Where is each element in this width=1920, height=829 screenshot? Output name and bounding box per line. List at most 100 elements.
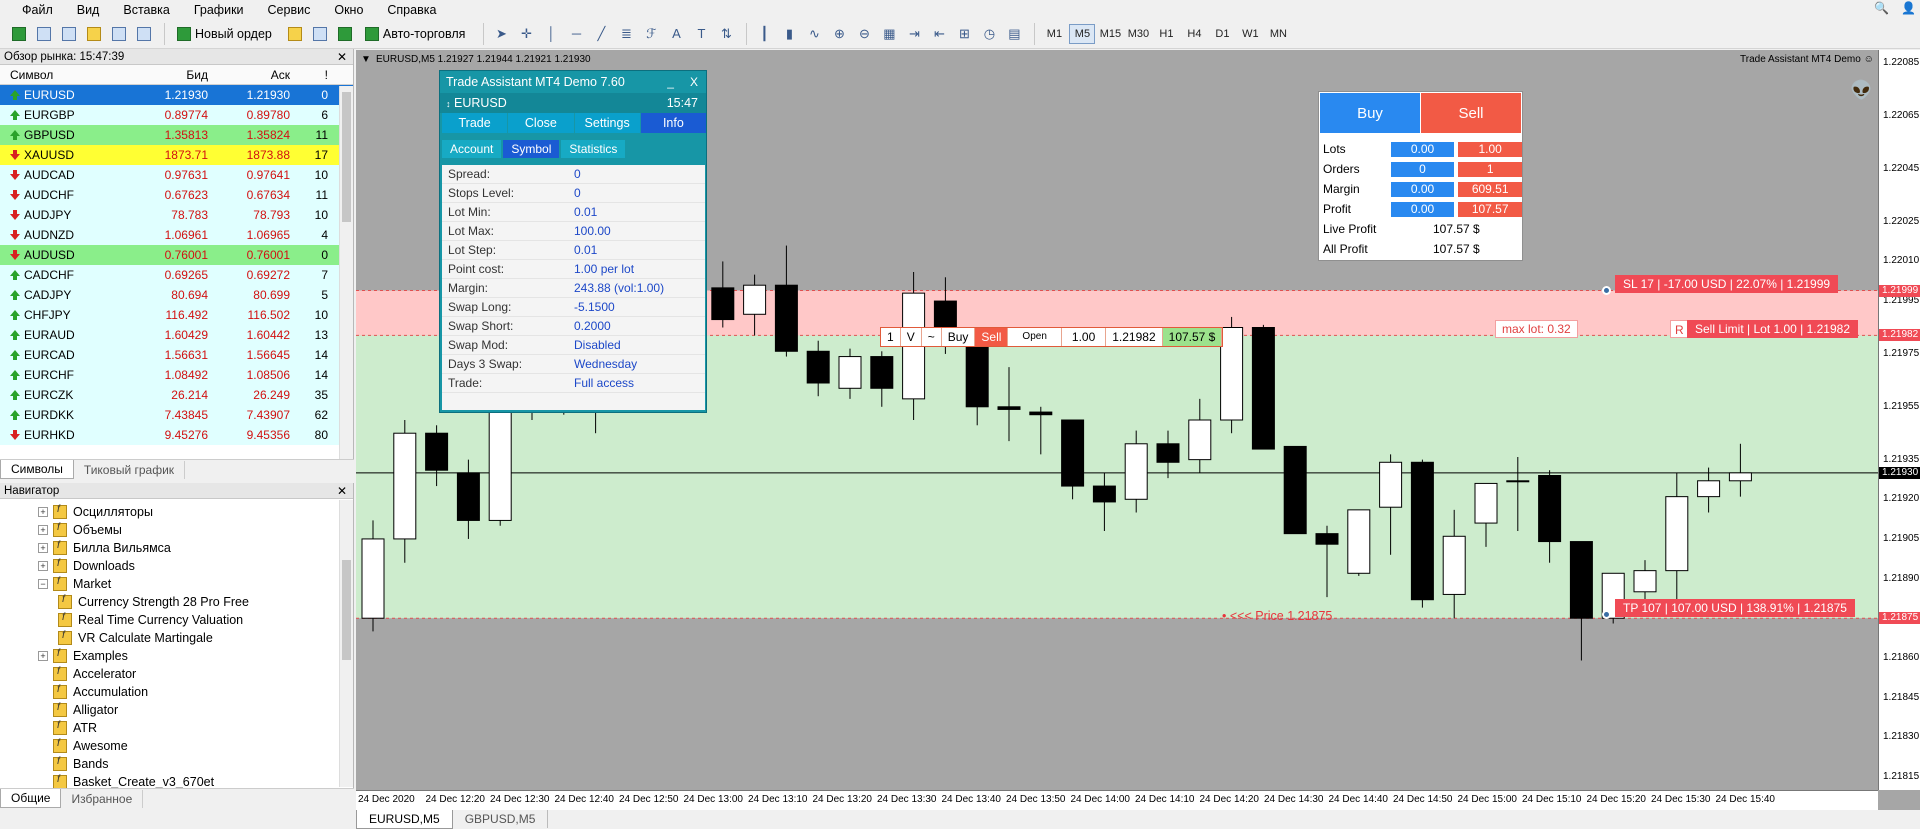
market-row[interactable]: EURCHF 1.08492 1.08506 14 <box>0 365 353 385</box>
market-row[interactable]: EURUSD 1.21930 1.21930 0 <box>0 85 353 105</box>
user-icon[interactable]: 👤 <box>1901 1 1916 15</box>
market-row[interactable]: EURGBP 0.89774 0.89780 6 <box>0 105 353 125</box>
navigator-item[interactable]: VR Calculate Martingale <box>0 629 353 647</box>
zoom-in-icon[interactable]: ⊕ <box>828 23 850 45</box>
market-row[interactable]: XAUUSD 1873.71 1873.88 17 <box>0 145 353 165</box>
market-watch-tab[interactable]: Тиковый график <box>74 460 186 479</box>
close-icon[interactable]: ✕ <box>337 49 347 65</box>
navigator-icon[interactable] <box>108 23 130 45</box>
market-watch-icon[interactable] <box>58 23 80 45</box>
header-symbol[interactable]: Символ <box>0 68 132 82</box>
ta-tab-trade[interactable]: Trade <box>442 113 508 133</box>
order-sell-button[interactable]: Sell <box>975 328 1009 346</box>
navigator-item[interactable]: + Объемы <box>0 521 353 539</box>
navigator-item[interactable]: Awesome <box>0 737 353 755</box>
menu-item[interactable]: Сервис <box>268 3 311 17</box>
fibonacci-icon[interactable]: ℱ <box>640 23 662 45</box>
close-button[interactable]: X <box>690 71 698 93</box>
navigator-tab[interactable]: Общие <box>0 789 62 808</box>
scrollbar-thumb[interactable] <box>342 560 351 660</box>
trendline-icon[interactable]: ╱ <box>590 23 612 45</box>
chart-tab[interactable]: EURUSD,M5 <box>356 809 453 829</box>
autoscroll-icon[interactable]: ⇥ <box>903 23 925 45</box>
navigator-tab[interactable]: Избранное <box>61 789 144 808</box>
sell-button[interactable]: Sell <box>1421 93 1521 133</box>
market-row[interactable]: EURAUD 1.60429 1.60442 13 <box>0 325 353 345</box>
header-ask[interactable]: Аск <box>212 68 294 82</box>
timeframe-m15[interactable]: M15 <box>1097 24 1123 44</box>
arrows-icon[interactable]: ⇅ <box>715 23 737 45</box>
navigator-item[interactable]: + Билла Вильямса <box>0 539 353 557</box>
order-open-button[interactable]: Open <box>1008 328 1062 346</box>
terminal-icon[interactable] <box>133 23 155 45</box>
price-axis[interactable]: 1.22085 1.22065 1.22045 1.22025 1.22010 1.219… <box>1878 50 1920 790</box>
market-row[interactable]: AUDCHF 0.67623 0.67634 11 <box>0 185 353 205</box>
label-icon[interactable]: T <box>690 23 712 45</box>
channel-icon[interactable]: ≣ <box>615 23 637 45</box>
tile-windows-icon[interactable]: ▦ <box>878 23 900 45</box>
navigator-item[interactable]: Alligator <box>0 701 353 719</box>
periods-icon[interactable]: ◷ <box>978 23 1000 45</box>
indicators-icon[interactable]: ⊞ <box>953 23 975 45</box>
scrollbar-thumb[interactable] <box>342 92 351 222</box>
navigator-item[interactable]: + Examples <box>0 647 353 665</box>
market-watch-tab[interactable]: Символы <box>0 460 74 479</box>
signals-icon[interactable] <box>309 23 331 45</box>
header-spread[interactable]: ! <box>294 68 332 82</box>
timeframe-w1[interactable]: W1 <box>1237 24 1263 44</box>
market-row[interactable]: GBPUSD 1.35813 1.35824 11 <box>0 125 353 145</box>
order-tilde-button[interactable]: ~ <box>921 328 942 346</box>
time-axis[interactable]: 24 Dec 2020 24 Dec 12:20 24 Dec 12:30 24 De… <box>356 790 1878 810</box>
menu-item[interactable]: Графики <box>194 3 244 17</box>
minimize-button[interactable]: _ <box>667 71 674 93</box>
tp-label[interactable]: TP 107 | 107.00 USD | 138.91% | 1.21875 <box>1615 599 1855 617</box>
menu-item[interactable]: Вставка <box>123 3 169 17</box>
meta-editor-icon[interactable] <box>284 23 306 45</box>
timeframe-m30[interactable]: M30 <box>1125 24 1151 44</box>
ta-title-bar[interactable]: Trade Assistant MT4 Demo 7.60 _ X <box>440 71 706 93</box>
market-row[interactable]: EURCAD 1.56631 1.56645 14 <box>0 345 353 365</box>
candle-chart-icon[interactable]: ▮ <box>778 23 800 45</box>
vertical-line-icon[interactable]: │ <box>540 23 562 45</box>
data-window-icon[interactable] <box>83 23 105 45</box>
expand-icon[interactable]: + <box>38 543 48 553</box>
expand-icon[interactable]: + <box>38 525 48 535</box>
ta-tab-close[interactable]: Close <box>508 113 574 133</box>
timeframe-h1[interactable]: H1 <box>1153 24 1179 44</box>
menu-item[interactable]: Окно <box>334 3 363 17</box>
market-row[interactable]: CADCHF 0.69265 0.69272 7 <box>0 265 353 285</box>
globe-icon[interactable] <box>334 23 356 45</box>
text-icon[interactable]: A <box>665 23 687 45</box>
buy-button[interactable]: Buy <box>1320 93 1420 133</box>
navigator-item[interactable]: − Market <box>0 575 353 593</box>
profiles-icon[interactable] <box>33 23 55 45</box>
timeframe-d1[interactable]: D1 <box>1209 24 1235 44</box>
market-row[interactable]: AUDNZD 1.06961 1.06965 4 <box>0 225 353 245</box>
order-v-button[interactable]: V <box>900 328 922 346</box>
ta-tab-settings[interactable]: Settings <box>574 113 640 133</box>
menu-item[interactable]: Справка <box>387 3 436 17</box>
timeframe-mn[interactable]: MN <box>1265 24 1291 44</box>
line-chart-icon[interactable]: ∿ <box>803 23 825 45</box>
expand-icon[interactable]: + <box>38 651 48 661</box>
chart-tab[interactable]: GBPUSD,M5 <box>453 810 549 828</box>
timeframe-m5[interactable]: M5 <box>1069 23 1096 44</box>
autotrade-button[interactable]: Авто-торговля <box>359 23 472 45</box>
market-row[interactable]: AUDJPY 78.783 78.793 10 <box>0 205 353 225</box>
bar-chart-icon[interactable]: ┃ <box>753 23 775 45</box>
navigator-item[interactable]: + Осцилляторы <box>0 503 353 521</box>
navigator-item[interactable]: Real Time Currency Valuation <box>0 611 353 629</box>
menu-item[interactable]: Вид <box>77 3 100 17</box>
crosshair-icon[interactable]: ✛ <box>515 23 537 45</box>
horizontal-line-icon[interactable]: ─ <box>565 23 587 45</box>
market-row[interactable]: CHFJPY 116.492 116.502 10 <box>0 305 353 325</box>
tp-drag-handle[interactable] <box>1602 610 1611 619</box>
market-watch-scrollbar[interactable] <box>339 86 353 461</box>
navigator-scrollbar[interactable] <box>339 500 353 787</box>
market-row[interactable]: AUDCAD 0.97631 0.97641 10 <box>0 165 353 185</box>
navigator-item[interactable]: Accelerator <box>0 665 353 683</box>
sell-limit-label[interactable]: Sell Limit | Lot 1.00 | 1.21982 <box>1687 320 1858 338</box>
sl-label[interactable]: SL 17 | -17.00 USD | 22.07% | 1.21999 <box>1615 275 1839 293</box>
sell-limit-r-badge[interactable]: R <box>1670 320 1689 338</box>
expand-icon[interactable]: + <box>38 561 48 571</box>
